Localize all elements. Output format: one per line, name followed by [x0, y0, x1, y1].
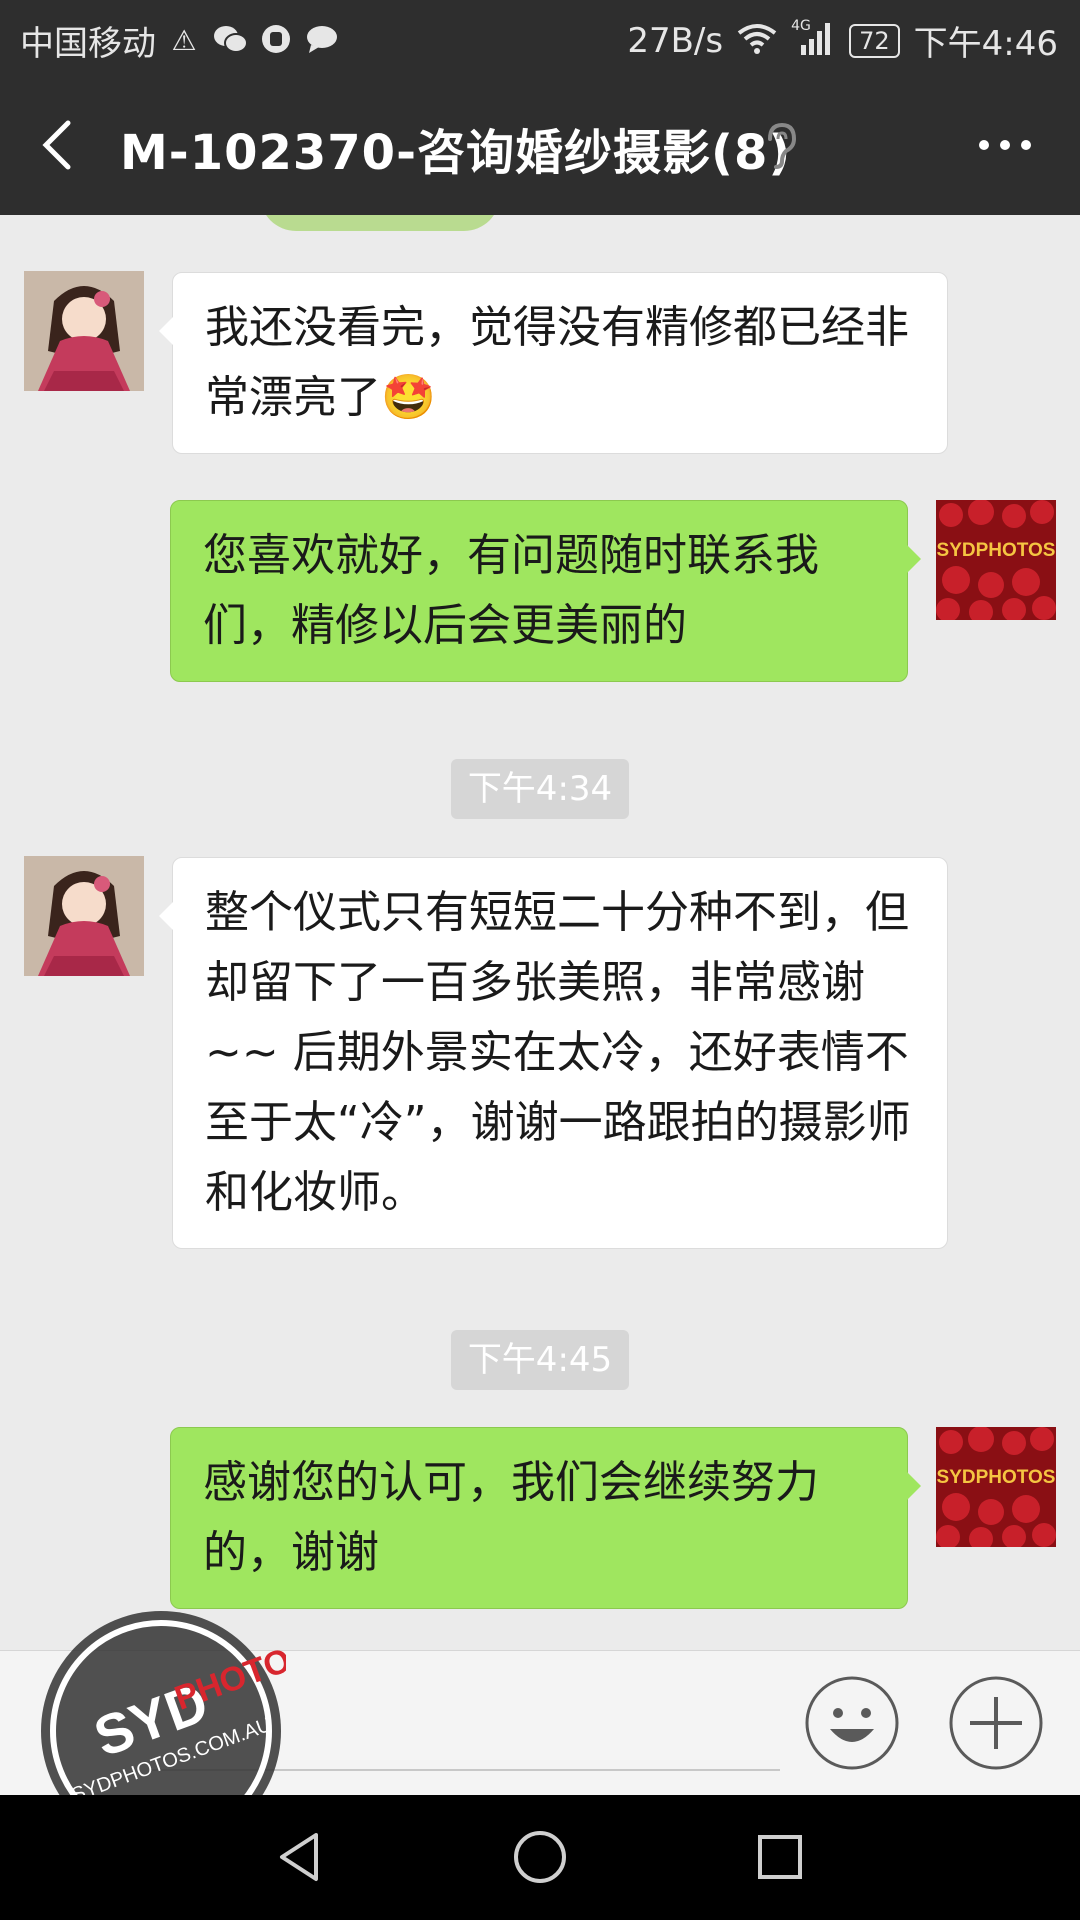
app-icon	[258, 23, 294, 59]
timestamp: 下午4:45	[451, 1330, 629, 1390]
chat-title: M-102370-咨询婚纱摄影(8)	[120, 125, 792, 181]
my-avatar[interactable]: SYDPHOTOS	[936, 500, 1056, 620]
message-text: 我还没看完，觉得没有精修都已经非常漂亮了	[205, 302, 909, 423]
home-circle-icon	[514, 1831, 566, 1883]
avatar-brand-text: SYDPHOTOS	[937, 1467, 1056, 1488]
wechat-icon	[212, 23, 248, 59]
nav-home-button[interactable]	[510, 1827, 570, 1887]
message-bubble-outgoing[interactable]: 感谢您的认可，我们会继续努力的，谢谢	[170, 1427, 921, 1609]
more-dots-icon	[979, 140, 1031, 150]
contact-avatar[interactable]	[24, 271, 144, 391]
message-text: 您喜欢就好，有问题随时联系我们，精修以后会更美丽的	[203, 530, 819, 651]
message-text: 感谢您的认可，我们会继续努力的，谢谢	[203, 1457, 819, 1578]
timestamp: 下午4:34	[451, 759, 629, 819]
previous-image-fragment	[260, 215, 500, 231]
avatar-brand-text: SYDPHOTOS	[937, 540, 1056, 561]
message-icon	[304, 23, 340, 59]
earpiece-mode-icon	[760, 121, 800, 171]
recents-square-icon	[758, 1835, 802, 1879]
wifi-icon	[737, 23, 777, 59]
system-nav-bar	[0, 1795, 1080, 1920]
message-text: 整个仪式只有短短二十分种不到，但却留下了一百多张美照，非常感谢 ~~ 后期外景实…	[205, 887, 911, 1218]
back-triangle-icon	[280, 1833, 318, 1881]
emoji-button[interactable]	[804, 1675, 900, 1771]
nav-recents-button[interactable]	[750, 1827, 810, 1887]
nav-back-button[interactable]	[270, 1827, 330, 1887]
back-button[interactable]	[30, 115, 90, 175]
message-bubble-outgoing[interactable]: 您喜欢就好，有问题随时联系我们，精修以后会更美丽的	[170, 500, 921, 682]
battery-indicator: 72	[849, 23, 900, 58]
emoji-icon	[805, 1676, 899, 1770]
plus-icon	[949, 1676, 1043, 1770]
clock: 下午4:46	[913, 24, 1058, 64]
my-avatar[interactable]: SYDPHOTOS	[936, 1427, 1056, 1547]
signal-icon: 4G	[787, 19, 835, 59]
warning-icon: ⚠	[171, 23, 197, 57]
network-type: 4G	[791, 17, 811, 34]
network-speed: 27B/s	[627, 20, 724, 61]
more-functions-button[interactable]	[948, 1675, 1044, 1771]
message-bubble-incoming[interactable]: 整个仪式只有短短二十分种不到，但却留下了一百多张美照，非常感谢 ~~ 后期外景实…	[159, 857, 948, 1249]
chat-header: M-102370-咨询婚纱摄影(8)	[0, 75, 1080, 215]
back-arrow-icon	[42, 120, 71, 170]
carrier-label: 中国移动	[20, 24, 156, 64]
contact-avatar[interactable]	[24, 856, 144, 976]
more-options-button[interactable]	[970, 125, 1040, 165]
message-bubble-incoming[interactable]: 我还没看完，觉得没有精修都已经非常漂亮了🤩	[159, 272, 948, 454]
status-bar: 中国移动 ⚠ 27B/s 4G 72 下午4:46	[0, 0, 1080, 75]
message-list[interactable]: 我还没看完，觉得没有精修都已经非常漂亮了🤩 SYDPHOTOS 您喜欢就好，有问…	[0, 215, 1080, 1650]
emoji-star-struck-icon: 🤩	[381, 372, 436, 423]
